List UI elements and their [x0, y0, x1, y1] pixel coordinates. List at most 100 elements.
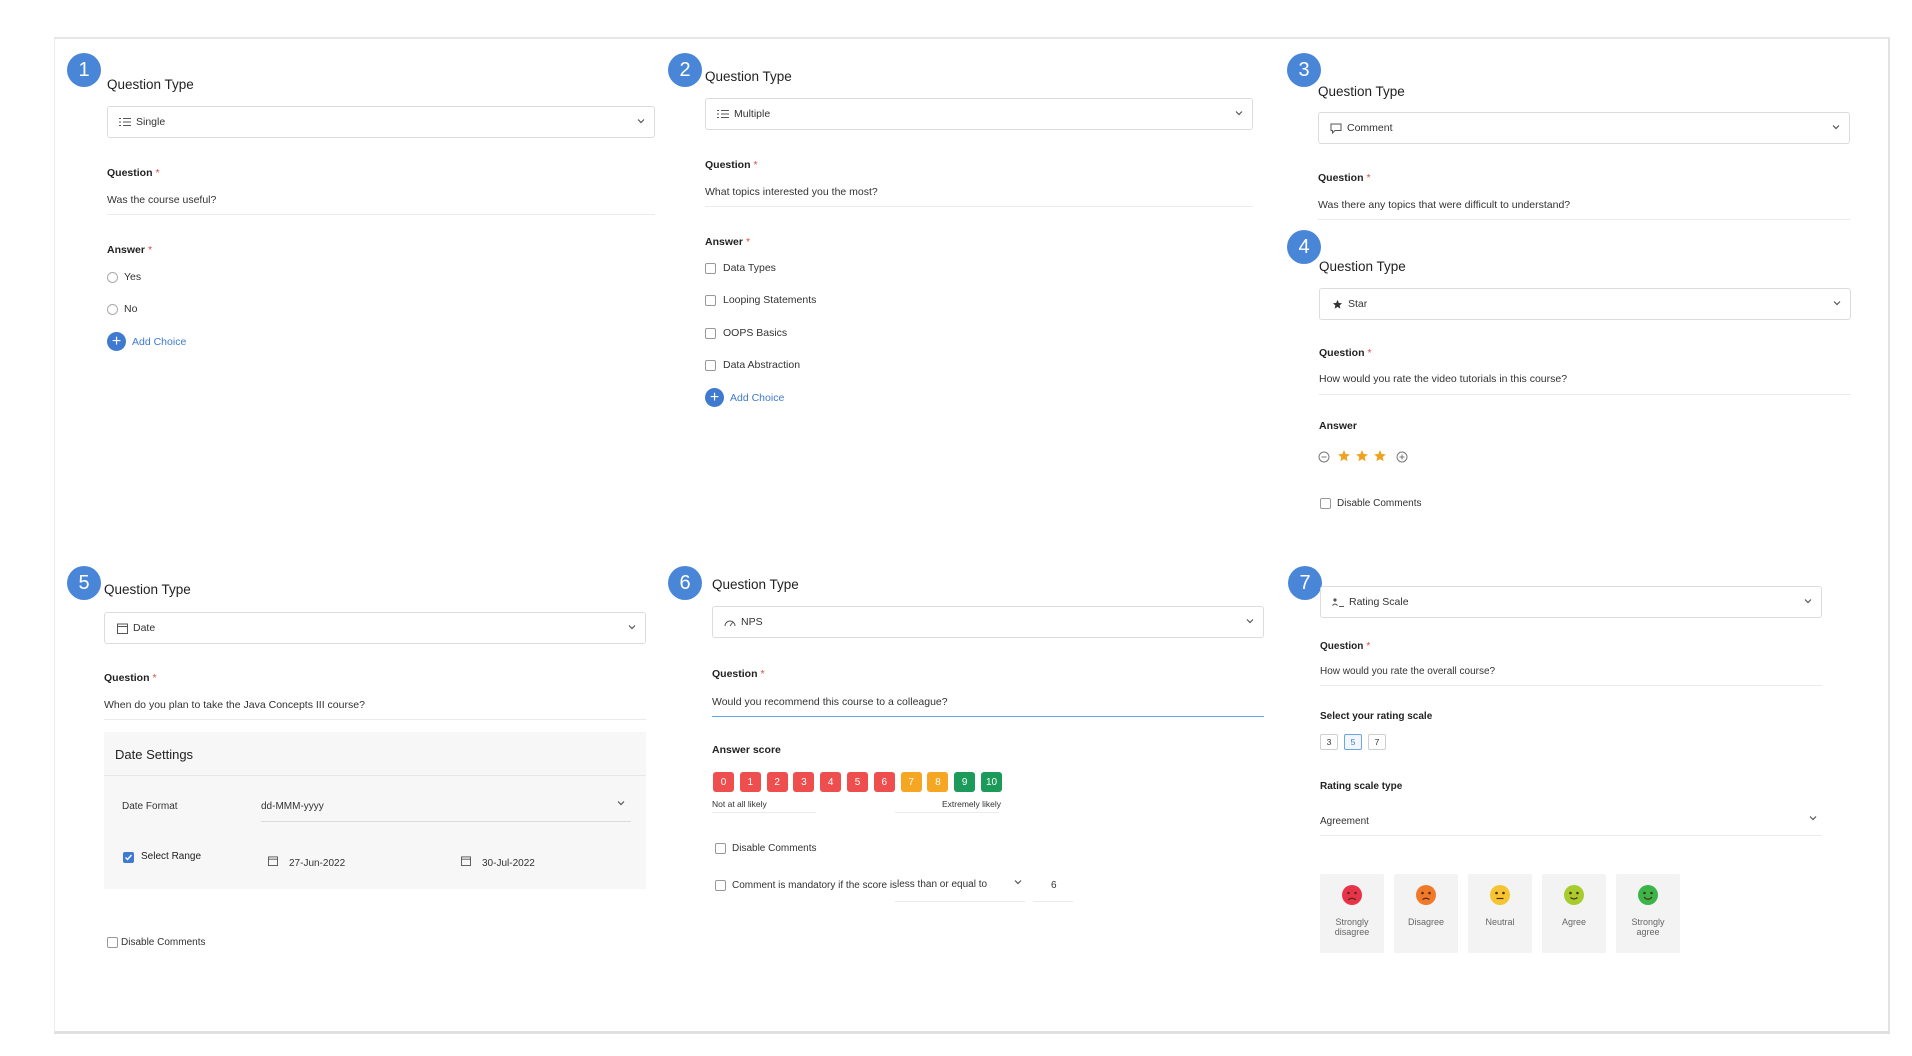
question-underline — [107, 214, 655, 215]
question-label: Question * — [1318, 172, 1371, 184]
chevron-down-icon[interactable] — [1013, 877, 1023, 887]
face-option-agree[interactable]: Agree — [1542, 874, 1606, 953]
strongly-disagree-face-icon — [1342, 885, 1362, 905]
disagree-face-icon — [1416, 885, 1436, 905]
threshold-underline — [1033, 901, 1073, 902]
nps-score-9[interactable]: 9 — [954, 772, 976, 792]
disable-comments-label: Disable Comments — [732, 843, 817, 854]
star-icon[interactable] — [1337, 449, 1351, 463]
nps-score-5[interactable]: 5 — [847, 772, 868, 792]
question-type-select[interactable]: NPS — [712, 606, 1264, 638]
face-option-strongly-agree[interactable]: Strongly agree — [1616, 874, 1680, 953]
question-type-value: NPS — [741, 616, 763, 628]
score-threshold-input[interactable]: 6 — [1051, 880, 1057, 891]
question-input[interactable]: How would you rate the overall course? — [1320, 666, 1495, 677]
step-badge-4: 4 — [1287, 230, 1321, 264]
question-input[interactable]: Was the course useful? — [107, 194, 216, 206]
nps-score-1[interactable]: 1 — [739, 772, 761, 792]
step-badge-3: 3 — [1287, 53, 1321, 87]
choice-checkbox[interactable] — [705, 328, 716, 339]
question-type-select[interactable]: Multiple — [705, 98, 1253, 130]
chevron-down-icon[interactable] — [616, 798, 626, 808]
choice-checkbox[interactable] — [705, 360, 716, 371]
face-option-strongly-disagree[interactable]: Strongly disagree — [1320, 874, 1384, 953]
rating-scale-type-select[interactable]: Agreement — [1320, 816, 1369, 827]
face-label: Strongly disagree — [1334, 917, 1370, 937]
question-type-label: Question Type — [1318, 84, 1405, 99]
score-condition-select[interactable]: less than or equal to — [897, 879, 987, 890]
plus-circle-icon[interactable] — [1396, 451, 1408, 463]
chevron-down-icon — [1833, 301, 1841, 306]
face-option-neutral[interactable]: Neutral — [1468, 874, 1532, 953]
face-option-disagree[interactable]: Disagree — [1394, 874, 1458, 953]
calendar-icon — [115, 621, 129, 635]
nps-low-label: Not at all likely — [712, 799, 767, 809]
question-input[interactable]: Was there any topics that were difficult… — [1318, 199, 1570, 211]
choice-label: Data Abstraction — [723, 359, 801, 371]
question-type-select[interactable]: Rating Scale — [1320, 586, 1822, 618]
nps-score-0[interactable]: 0 — [713, 772, 734, 792]
strongly-agree-face-icon — [1638, 885, 1658, 905]
start-date-input[interactable]: 27-Jun-2022 — [289, 858, 345, 869]
question-input[interactable]: How would you rate the video tutorials i… — [1319, 373, 1567, 385]
disable-comments-checkbox[interactable] — [1320, 498, 1331, 509]
question-underline — [1319, 394, 1851, 395]
question-type-select[interactable]: Comment — [1318, 112, 1850, 144]
rating-scale-option[interactable]: 7 — [1368, 734, 1386, 750]
add-choice-button[interactable]: + Add Choice — [107, 332, 186, 351]
disable-comments-label: Disable Comments — [121, 937, 206, 948]
question-type-select[interactable]: Star — [1319, 288, 1851, 320]
question-label: Question * — [712, 668, 765, 680]
question-type-label: Question Type — [107, 77, 194, 92]
disable-comments-checkbox[interactable] — [715, 843, 726, 854]
question-underline — [104, 719, 646, 720]
question-type-value: Star — [1348, 298, 1368, 310]
choice-checkbox[interactable] — [705, 295, 716, 306]
nps-score-10[interactable]: 10 — [981, 772, 1002, 792]
question-label: Question * — [1320, 641, 1371, 652]
select-range-checkbox[interactable] — [123, 852, 134, 863]
question-type-value: Rating Scale — [1349, 596, 1409, 608]
rating-scale-option[interactable]: 3 — [1320, 734, 1338, 750]
minus-circle-icon[interactable] — [1318, 451, 1330, 463]
answer-score-label: Answer score — [712, 744, 781, 756]
choice-radio[interactable] — [107, 272, 118, 283]
step-badge-1: 1 — [67, 53, 101, 87]
comment-mandatory-checkbox[interactable] — [715, 880, 726, 891]
question-type-label: Question Type — [1319, 259, 1406, 274]
question-input[interactable]: What topics interested you the most? — [705, 186, 878, 198]
chevron-down-icon — [1235, 111, 1243, 116]
chevron-down-icon[interactable] — [1808, 813, 1818, 823]
star-rating[interactable] — [1337, 449, 1387, 463]
calendar-icon[interactable] — [461, 856, 471, 866]
nps-score-2[interactable]: 2 — [766, 772, 788, 792]
choice-label: Yes — [124, 271, 142, 283]
question-input[interactable]: When do you plan to take the Java Concep… — [104, 699, 365, 711]
comment-mandatory-label: Comment is mandatory if the score is — [732, 880, 898, 891]
nps-score-8[interactable]: 8 — [927, 772, 949, 792]
add-choice-button[interactable]: + Add Choice — [705, 388, 784, 407]
question-type-select[interactable]: Single — [107, 106, 655, 138]
plus-icon: + — [705, 388, 724, 407]
question-input[interactable]: Would you recommend this course to a col… — [712, 696, 948, 708]
nps-score-3[interactable]: 3 — [793, 772, 815, 792]
step-badge-2: 2 — [668, 53, 702, 87]
face-label: Neutral — [1485, 917, 1515, 927]
nps-score-4[interactable]: 4 — [820, 772, 842, 792]
choice-label: OOPS Basics — [723, 327, 788, 339]
calendar-icon[interactable] — [268, 856, 278, 866]
choice-radio[interactable] — [107, 304, 118, 315]
star-icon[interactable] — [1373, 449, 1387, 463]
question-type-select[interactable]: Date — [104, 612, 646, 644]
date-format-underline — [261, 821, 631, 822]
date-format-select[interactable]: dd-MMM-yyyy — [261, 801, 324, 812]
question-type-label: Question Type — [705, 69, 792, 84]
choice-checkbox[interactable] — [705, 263, 716, 274]
nps-score-6[interactable]: 6 — [873, 772, 895, 792]
condition-underline — [895, 901, 1025, 902]
disable-comments-checkbox[interactable] — [107, 937, 118, 948]
rating-scale-option[interactable]: 5 — [1344, 734, 1362, 750]
nps-score-7[interactable]: 7 — [900, 772, 922, 792]
star-icon[interactable] — [1355, 449, 1369, 463]
end-date-input[interactable]: 30-Jul-2022 — [482, 858, 535, 869]
